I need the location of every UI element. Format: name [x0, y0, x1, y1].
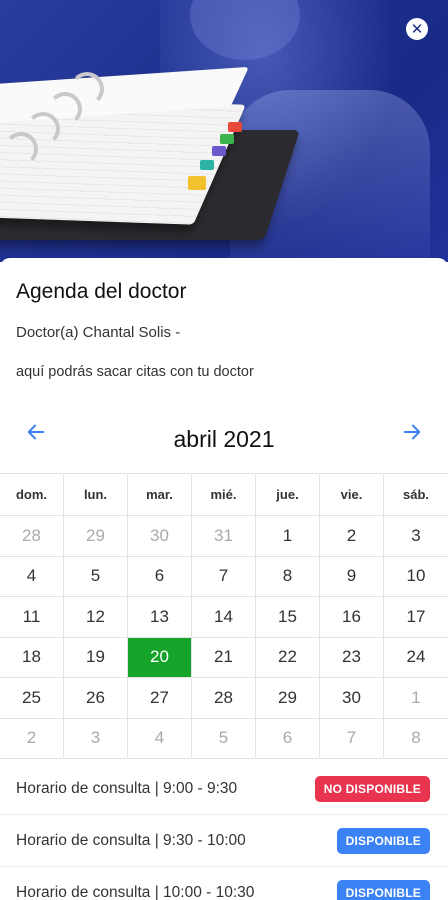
doctor-name: Doctor(a) Chantal Solis - [16, 324, 181, 341]
arrow-right-icon [403, 424, 421, 440]
calendar-day[interactable]: 13 [128, 597, 192, 637]
weekday-label: dom. [0, 474, 64, 515]
calendar-day[interactable]: 31 [192, 516, 256, 556]
calendar-day[interactable]: 21 [192, 637, 256, 677]
calendar-day[interactable]: 16 [320, 597, 384, 637]
time-slot-row[interactable]: Horario de consulta | 9:30 - 10:00 DISPON… [0, 815, 448, 867]
planner-tab-yellow [188, 176, 206, 190]
calendar-day[interactable]: 30 [320, 678, 384, 718]
calendar-day[interactable]: 24 [384, 638, 448, 678]
calendar-week-row: 4 5 6 7 8 9 10 [0, 556, 448, 597]
calendar-day[interactable]: 22 [256, 637, 320, 677]
hero-image: ✕ [0, 0, 448, 262]
calendar-day[interactable]: 10 [384, 557, 448, 597]
weekday-label: vie. [320, 474, 384, 515]
calendar-week-row: 11 12 13 14 15 16 17 [0, 597, 448, 638]
time-slot-row[interactable]: Horario de consulta | 9:00 - 9:30 NO DISP… [0, 763, 448, 815]
planner-tab-teal [200, 160, 214, 170]
planner-tab-red [228, 122, 242, 132]
calendar-day[interactable]: 5 [64, 556, 128, 596]
planner-ring [4, 132, 38, 166]
calendar-week-row: 18 19 20 21 22 23 24 [0, 637, 448, 678]
calendar-day[interactable]: 3 [384, 516, 448, 556]
time-slot-row[interactable]: Horario de consulta | 10:00 - 10:30 DISPO… [0, 867, 448, 900]
calendar-day[interactable]: 19 [64, 637, 128, 677]
close-button[interactable]: ✕ [406, 18, 428, 40]
unavailable-badge: NO DISPONIBLE [314, 775, 430, 802]
calendar-day[interactable]: 4 [0, 556, 64, 596]
calendar-day[interactable]: 1 [384, 678, 448, 718]
calendar-day[interactable]: 9 [320, 556, 384, 596]
weekday-label: mié. [192, 474, 256, 515]
planner-tab-green [220, 134, 234, 144]
calendar-day[interactable]: 11 [0, 597, 64, 637]
calendar-day[interactable]: 7 [320, 718, 384, 758]
time-slot-label: Horario de consulta | 10:00 - 10:30 [16, 883, 255, 900]
next-month-button[interactable] [398, 418, 426, 446]
calendar-day[interactable]: 29 [64, 516, 128, 556]
agenda-sheet: Agenda del doctor Doctor(a) Chantal Soli… [0, 258, 448, 900]
planner-tab-purple [212, 146, 226, 156]
calendar-day[interactable]: 18 [0, 637, 64, 677]
calendar-week-row: 28 29 30 31 1 2 3 [0, 516, 448, 557]
calendar-day[interactable]: 6 [256, 718, 320, 758]
calendar-day-selected[interactable]: 20 [128, 637, 192, 677]
weekday-label: sáb. [402, 487, 429, 502]
calendar-day[interactable]: 6 [128, 556, 192, 596]
page-title: Agenda del doctor [16, 280, 187, 303]
calendar-day[interactable]: 8 [384, 719, 448, 759]
calendar-day[interactable]: 12 [64, 597, 128, 637]
calendar-day[interactable]: 28 [192, 678, 256, 718]
time-slot-label: Horario de consulta | 9:30 - 10:00 [16, 831, 246, 849]
weekday-label: mar. [128, 474, 192, 515]
month-label: abril 2021 [173, 426, 275, 452]
calendar-day[interactable]: 5 [192, 718, 256, 758]
calendar-day[interactable]: 26 [64, 678, 128, 718]
calendar-day[interactable]: 14 [192, 597, 256, 637]
calendar-day[interactable]: 28 [0, 516, 64, 556]
calendar-grid: dom. lun. mar. mié. jue. vie. sáb. 28 29 3… [0, 473, 448, 759]
weekday-header-row: dom. lun. mar. mié. jue. vie. sáb. [0, 474, 448, 516]
calendar-day[interactable]: 27 [128, 678, 192, 718]
calendar-day[interactable]: 23 [320, 637, 384, 677]
weekday-label: jue. [256, 474, 320, 515]
weekday-label: lun. [64, 474, 128, 515]
calendar-week-row: 2345678 [0, 718, 448, 759]
time-slot-list: Horario de consulta | 9:00 - 9:30 NO DISP… [0, 763, 448, 900]
time-slot-label: Horario de consulta | 9:00 - 9:30 [16, 779, 238, 797]
calendar-day[interactable]: 7 [192, 556, 256, 596]
page-description: aquí podrás sacar citas con tu doctor [16, 364, 254, 380]
calendar-day[interactable]: 17 [384, 597, 448, 637]
calendar-day[interactable]: 3 [64, 718, 128, 758]
calendar-day[interactable]: 4 [128, 718, 192, 758]
calendar-day[interactable]: 8 [256, 556, 320, 596]
available-badge[interactable]: DISPONIBLE [336, 827, 430, 854]
calendar-day[interactable]: 30 [128, 516, 192, 556]
calendar-day[interactable]: 15 [256, 597, 320, 637]
close-icon: ✕ [410, 20, 424, 38]
calendar-day[interactable]: 2 [0, 718, 64, 758]
calendar-day[interactable]: 25 [0, 678, 64, 718]
calendar-week-row: 25 26 27 28 29 30 1 [0, 678, 448, 719]
calendar-day[interactable]: 29 [256, 678, 320, 718]
calendar-day[interactable]: 1 [256, 516, 320, 556]
available-badge[interactable]: DISPONIBLE [336, 879, 430, 900]
calendar-day[interactable]: 2 [320, 516, 384, 556]
